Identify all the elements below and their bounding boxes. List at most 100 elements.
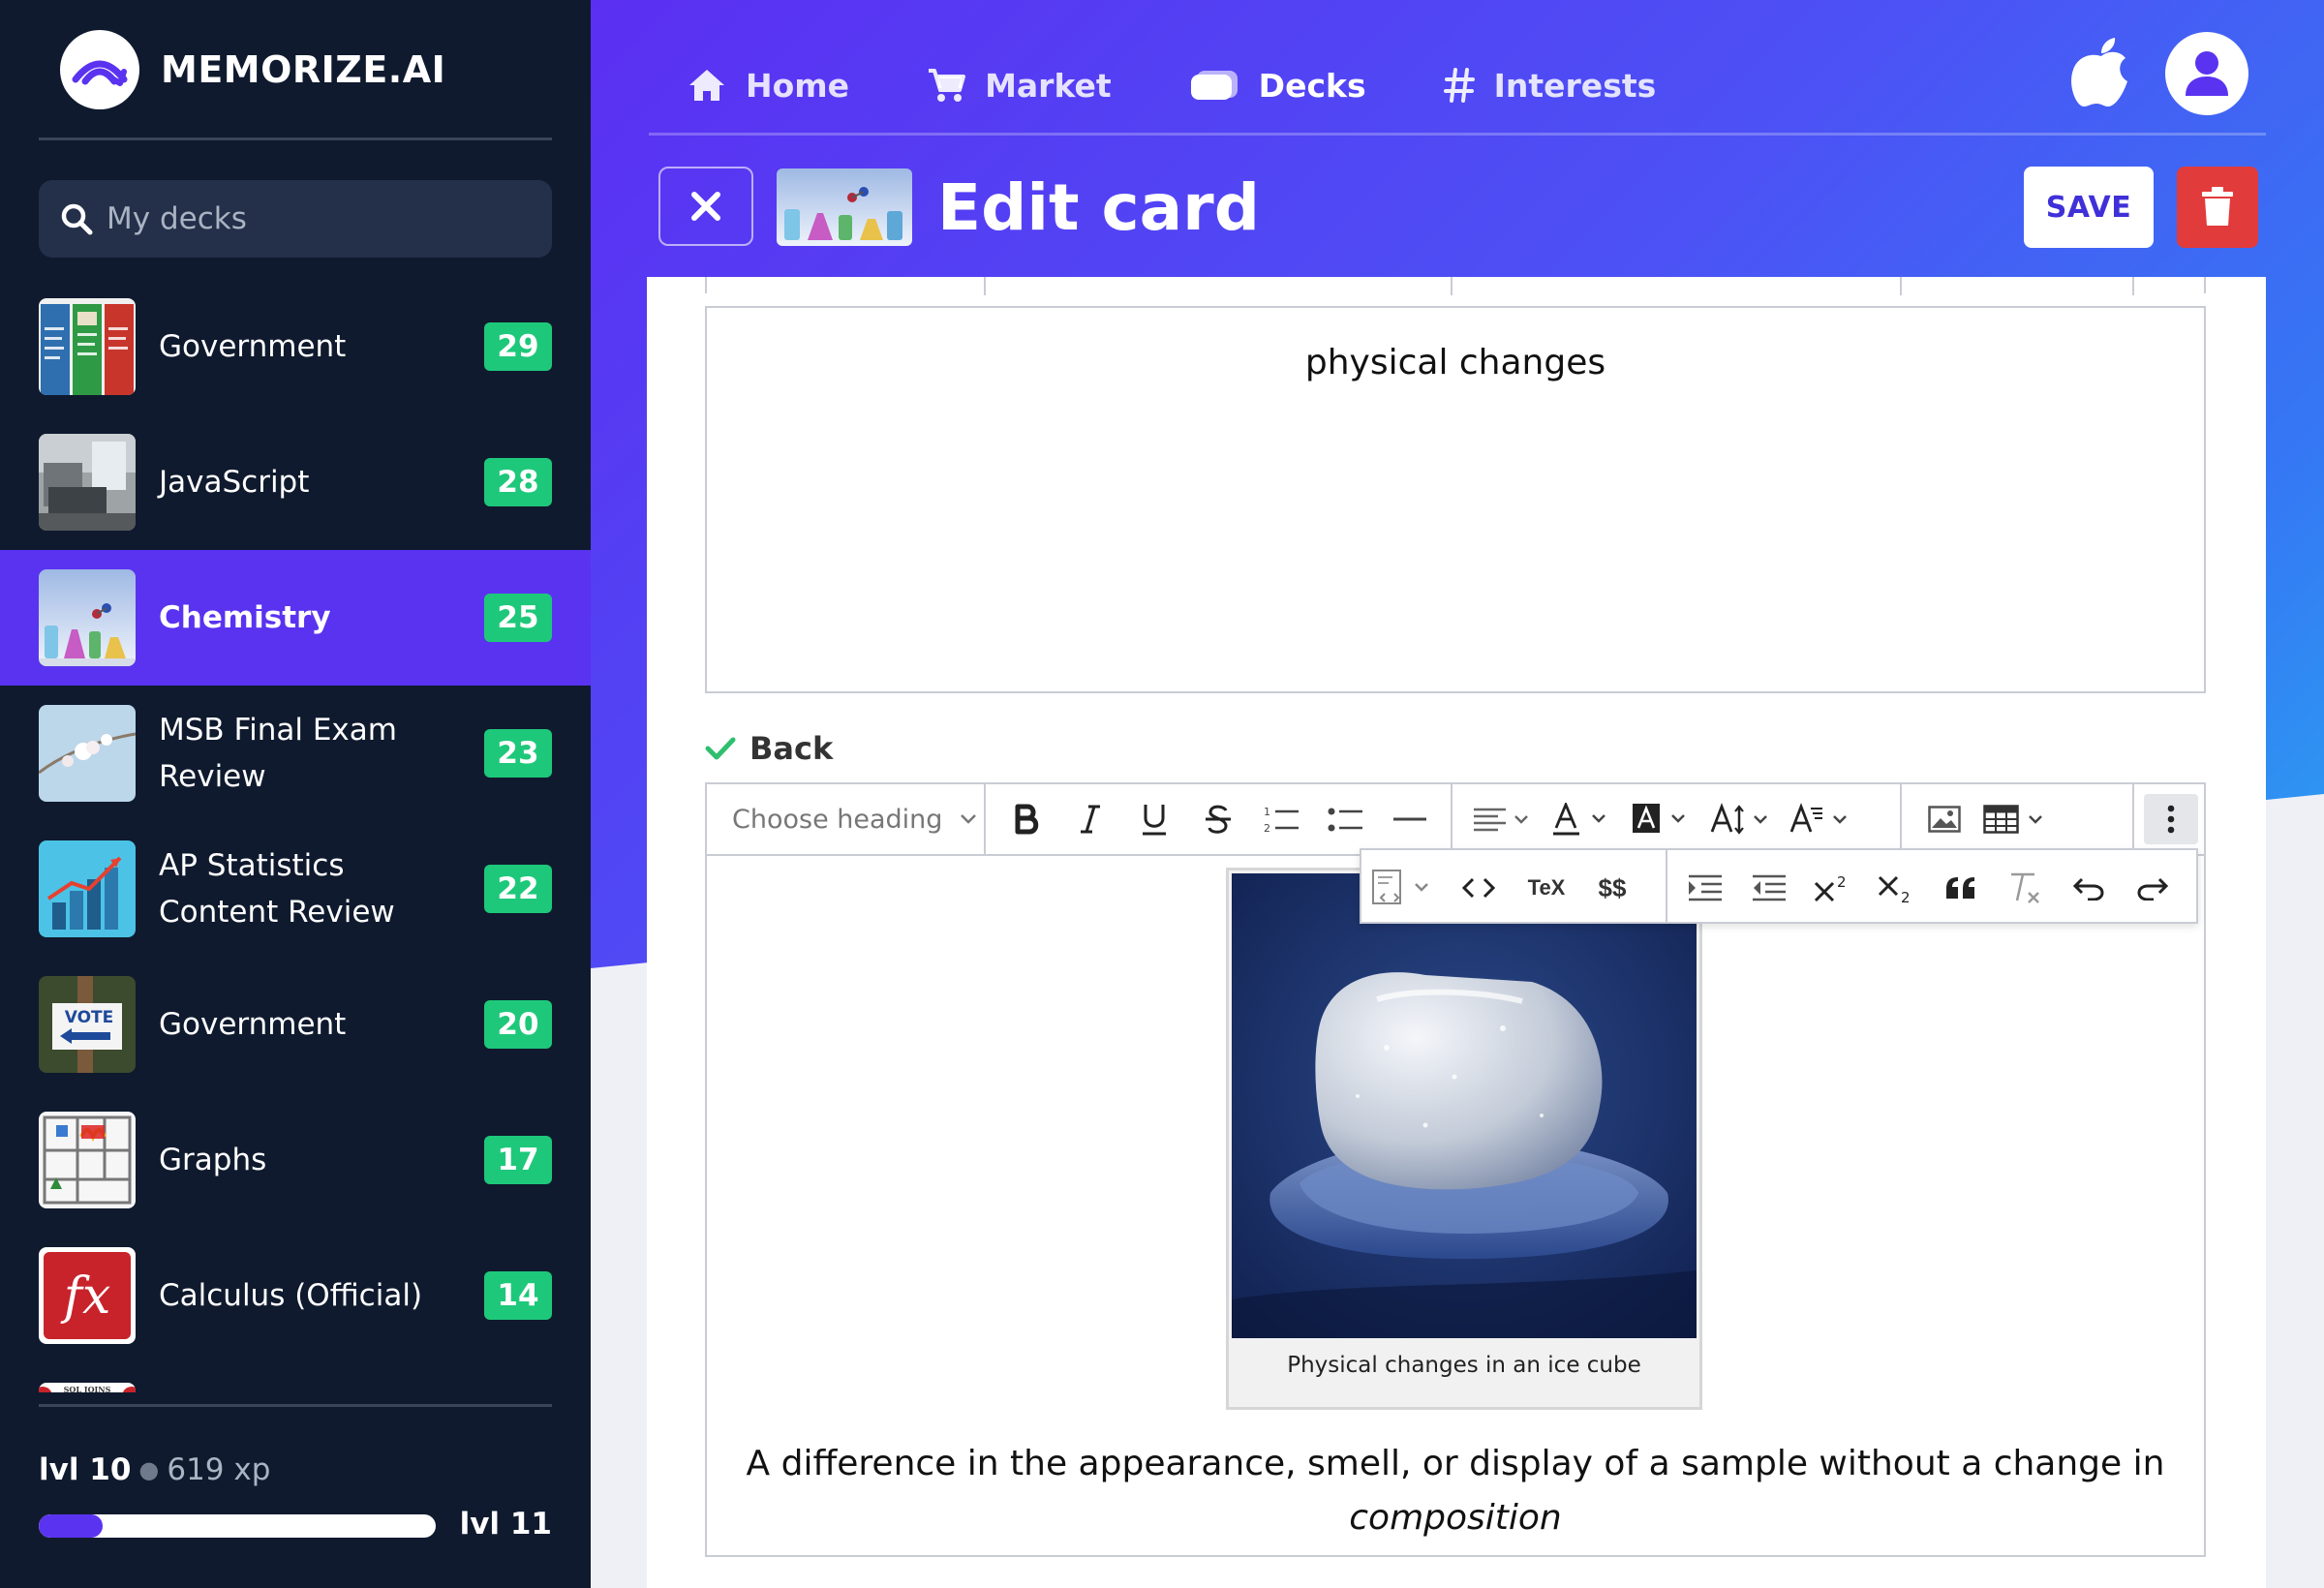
deck-thumbnail <box>39 1112 136 1208</box>
font-size-dropdown[interactable] <box>1710 794 1774 844</box>
next-level: lvl 11 <box>459 1507 552 1542</box>
back-text-italic: composition <box>1349 1498 1562 1538</box>
strikethrough-button[interactable] <box>1195 794 1241 844</box>
deck-item-msb-final-exam-review[interactable]: MSB Final Exam Review 23 <box>0 686 591 821</box>
deck-count-badge: 23 <box>484 729 552 778</box>
underline-icon <box>1143 805 1166 836</box>
deck-thumbnail <box>39 434 136 531</box>
subscript-button[interactable]: 2 <box>1873 863 1921 913</box>
numbered-list-button[interactable]: 12 <box>1259 794 1305 844</box>
alignment-dropdown[interactable] <box>1472 794 1534 844</box>
deck-name: Government <box>159 329 347 364</box>
deck-search[interactable] <box>39 180 552 258</box>
deck-item-ap-statistics[interactable]: AP Statistics Content Review 22 <box>0 821 591 957</box>
brand-logo-icon <box>60 30 139 109</box>
subscript-icon: 2 <box>1878 875 1911 902</box>
superscript-icon: 2 <box>1814 873 1847 902</box>
insert-image-button[interactable] <box>1921 794 1968 844</box>
deck-item-calculus[interactable]: fx Calculus (Official) 14 <box>0 1228 591 1363</box>
back-text: A difference in the appearance, smell, o… <box>707 1437 2204 1545</box>
brand[interactable]: MEMORIZE.AI <box>60 30 445 109</box>
math-button[interactable]: $$ <box>1586 863 1638 913</box>
check-icon <box>705 736 736 761</box>
nav-decks[interactable]: Decks <box>1189 67 1366 105</box>
bold-button[interactable] <box>1003 794 1050 844</box>
search-icon <box>61 203 93 235</box>
image-caption[interactable]: Physical changes in an ice cube <box>1229 1353 1699 1378</box>
delete-button[interactable] <box>2177 167 2258 248</box>
deck-count-badge: 17 <box>484 1136 552 1184</box>
nav-label: Decks <box>1258 66 1366 105</box>
fx-thumb-text: fx <box>60 1267 111 1326</box>
outdent-button[interactable] <box>1745 863 1793 913</box>
hash-icon <box>1443 68 1475 103</box>
trash-icon <box>2202 187 2233 226</box>
deck-thumbnail <box>39 298 136 395</box>
tex-button[interactable]: TeX <box>1520 863 1573 913</box>
brand-name: MEMORIZE.AI <box>161 48 446 91</box>
source-editing-dropdown[interactable] <box>1371 863 1435 913</box>
deck-count-badge: 22 <box>484 865 552 913</box>
align-left-icon <box>1474 808 1528 832</box>
front-toolbar: Choose heading ⌄ B I U S ≡ ≡ ≡ A A A↕ A … <box>705 277 2206 295</box>
deck-list: Government 29 JavaScript 28 Chemistry 25… <box>0 279 591 1392</box>
italic-button[interactable] <box>1067 794 1114 844</box>
nav-label: Market <box>985 66 1112 105</box>
svg-text:2: 2 <box>1837 873 1847 891</box>
user-avatar-icon[interactable] <box>2165 32 2248 115</box>
deck-item-chemistry[interactable]: Chemistry 25 <box>0 550 591 686</box>
deck-item-graphs[interactable]: Graphs 17 <box>0 1092 591 1228</box>
deck-thumbnail <box>39 569 136 666</box>
cart-icon <box>927 67 966 104</box>
undo-button[interactable] <box>2064 863 2113 913</box>
nav-label: Home <box>746 66 850 105</box>
divider <box>39 137 552 140</box>
font-family-dropdown[interactable] <box>1789 794 1853 844</box>
image-figure[interactable]: Physical changes in an ice cube <box>1226 868 1702 1410</box>
search-input[interactable] <box>107 201 533 236</box>
insert-table-dropdown[interactable] <box>1983 794 2051 844</box>
heading-placeholder: Choose heading <box>732 804 943 835</box>
back-editor-toolbar: Choose heading 12 <box>705 782 2206 856</box>
nav-home[interactable]: Home <box>688 67 849 105</box>
superscript-button[interactable]: 2 <box>1809 863 1857 913</box>
front-editor[interactable]: physical changes <box>705 306 2206 693</box>
level-progress-fill <box>39 1514 103 1538</box>
bulleted-list-button[interactable] <box>1323 794 1369 844</box>
background-color-dropdown[interactable] <box>1631 794 1693 844</box>
font-color-dropdown[interactable] <box>1551 794 1613 844</box>
svg-text:2: 2 <box>1264 822 1270 835</box>
nav-interests[interactable]: Interests <box>1443 67 1656 105</box>
underline-button[interactable] <box>1131 794 1177 844</box>
deck-name: Graphs <box>159 1143 267 1177</box>
level-progress-bar <box>39 1514 436 1538</box>
heading-dropdown[interactable]: Choose heading <box>707 784 984 854</box>
svg-text:2: 2 <box>1901 889 1911 902</box>
more-options-button[interactable] <box>2144 794 2198 844</box>
numbered-list-icon: 12 <box>1264 806 1299 835</box>
divider <box>649 133 2266 136</box>
separator-dot: ● <box>138 1456 160 1483</box>
close-button[interactable] <box>658 167 753 246</box>
remove-format-button[interactable] <box>2001 863 2049 913</box>
deck-item-javascript[interactable]: JavaScript 28 <box>0 414 591 550</box>
apple-icon[interactable] <box>2063 35 2140 112</box>
indent-button[interactable] <box>1681 863 1729 913</box>
redo-button[interactable] <box>2128 863 2177 913</box>
remove-format-icon <box>2011 872 2039 903</box>
deck-count-badge: 25 <box>484 594 552 642</box>
back-editor[interactable]: Physical changes in an ice cube A differ… <box>705 856 2206 1557</box>
save-button[interactable]: SAVE <box>2024 167 2154 248</box>
deck-item-sql-joins[interactable]: SQL JOINS <box>0 1363 591 1392</box>
back-label-text: Back <box>749 730 834 767</box>
deck-item-government[interactable]: Government 29 <box>0 279 591 414</box>
deck-item-government-2[interactable]: VOTE Government 20 <box>0 957 591 1092</box>
card-editor-panel: Choose heading ⌄ B I U S ≡ ≡ ≡ A A A↕ A … <box>647 277 2266 1588</box>
deck-count-badge: 14 <box>484 1271 552 1320</box>
horizontal-line-button[interactable] <box>1387 794 1433 844</box>
main-area: Home Market Decks Interests Edit card SA… <box>591 0 2324 1588</box>
blockquote-button[interactable] <box>1937 863 1985 913</box>
code-button[interactable] <box>1456 863 1501 913</box>
page-title: Edit card <box>937 170 1260 245</box>
nav-market[interactable]: Market <box>927 67 1112 105</box>
